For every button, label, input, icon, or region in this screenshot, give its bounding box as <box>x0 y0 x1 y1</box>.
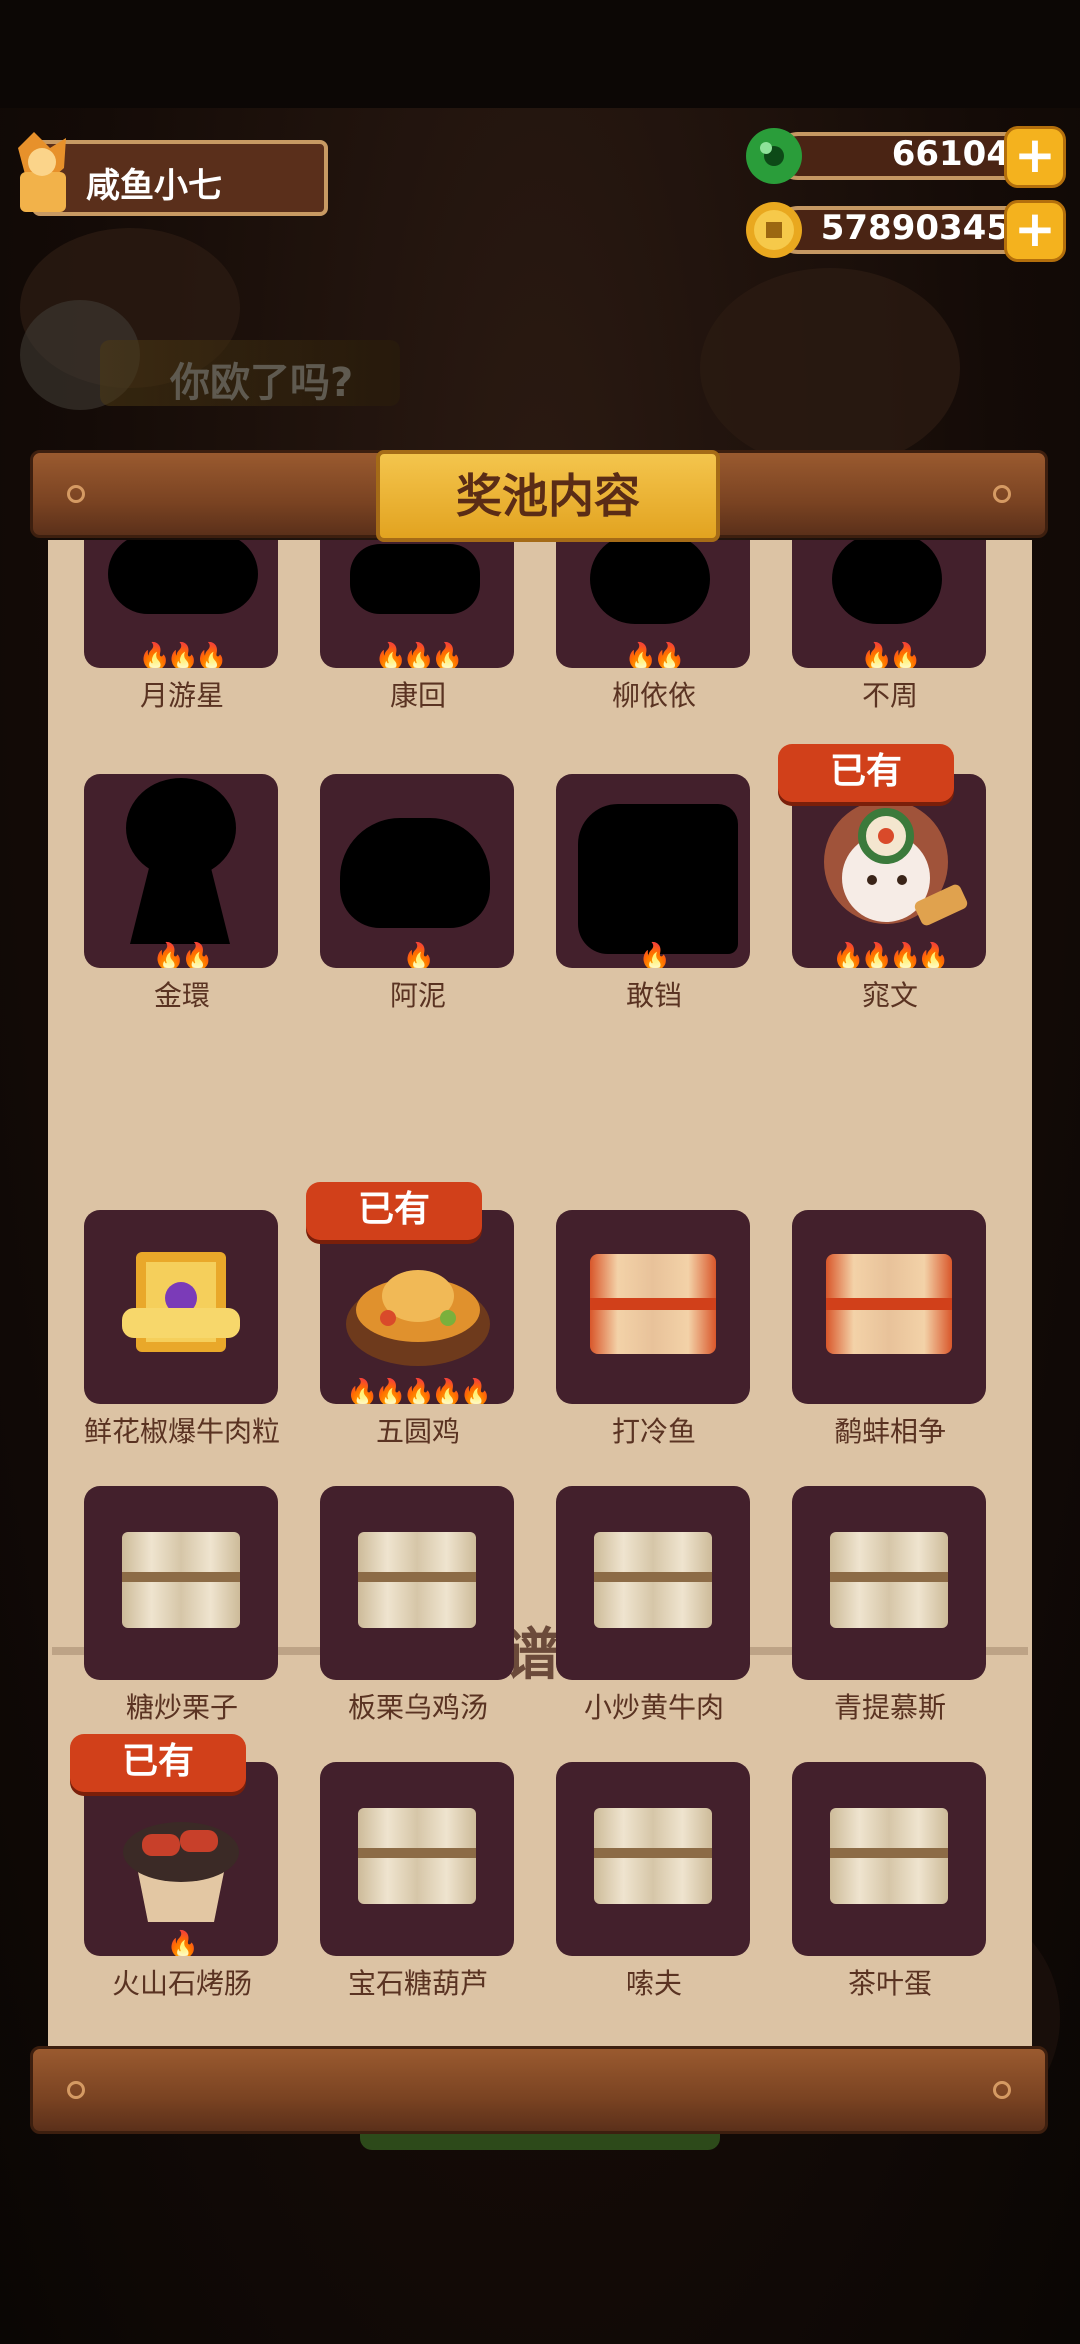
coin-amount: 57890345 <box>820 208 1010 248</box>
prize-pool-panel[interactable]: 🔥🔥🔥 月游星 🔥🔥🔥 康回 🔥🔥 柳依依 🔥🔥 不周 🔥🔥 金環 🔥 阿泥 🔥… <box>48 540 1032 2048</box>
rarity-flames: 🔥🔥🔥 <box>374 642 463 668</box>
character-silhouette-icon <box>126 778 236 878</box>
character-name: 柳依依 <box>611 679 696 712</box>
recipe-scroll-icon <box>590 1254 716 1354</box>
owned-badge: 已有 <box>306 1182 482 1240</box>
recipe-scroll-icon <box>830 1808 948 1904</box>
volcano-stone-sausage-icon <box>123 1822 239 1922</box>
player-avatar-icon[interactable] <box>6 128 82 220</box>
recipe-name: 宝石糖葫芦 <box>347 1967 488 2000</box>
rarity-flames: 🔥 <box>166 1930 199 1956</box>
owned-badge: 已有 <box>778 744 954 802</box>
recipe-scroll-icon <box>358 1808 476 1904</box>
character-name: 阿泥 <box>389 979 446 1012</box>
character-silhouette-icon <box>832 540 942 624</box>
scroll-bottom-rod <box>30 2046 1048 2134</box>
rarity-flames: 🔥🔥🔥🔥🔥 <box>346 1378 492 1404</box>
player-name: 咸鱼小七 <box>86 166 222 206</box>
recipe-name: 茶叶蛋 <box>847 1967 932 2000</box>
character-name: 窕文 <box>861 979 918 1012</box>
rarity-flames: 🔥🔥🔥🔥 <box>832 942 950 968</box>
recipe-name: 嗦夫 <box>625 1967 682 2000</box>
recipe-scroll-icon <box>594 1808 712 1904</box>
recipe-name: 鹬蚌相争 <box>833 1415 946 1448</box>
character-name: 不周 <box>861 679 918 712</box>
hidden-button-edge <box>360 2134 720 2150</box>
rarity-flames: 🔥🔥 <box>152 942 214 968</box>
character-silhouette-icon <box>350 544 480 614</box>
five-circle-chicken-dish-icon <box>346 1270 490 1366</box>
recipe-name: 青提慕斯 <box>833 1691 946 1724</box>
rarity-flames: 🔥🔥🔥 <box>138 642 227 668</box>
recipe-name: 打冷鱼 <box>611 1415 696 1448</box>
rarity-flames: 🔥🔥 <box>860 642 922 668</box>
rarity-flames: 🔥 <box>638 942 671 968</box>
character-silhouette-icon <box>590 540 710 624</box>
recipe-scroll-icon <box>594 1532 712 1628</box>
coin-icon <box>746 202 802 258</box>
owned-badge: 已有 <box>70 1734 246 1792</box>
lottery-banner-text: 你欧了吗? <box>170 360 354 406</box>
recipe-name: 板栗乌鸡汤 <box>347 1691 488 1724</box>
character-name: 敢铛 <box>625 979 682 1012</box>
rarity-flames: 🔥🔥 <box>624 642 686 668</box>
recipe-scroll-icon <box>358 1532 476 1628</box>
character-portrait-icon <box>824 800 968 926</box>
character-name: 康回 <box>389 679 446 712</box>
panel-title: 奖池内容 <box>456 469 640 523</box>
divine-recipe-scroll-icon <box>122 1252 240 1352</box>
jade-currency: 66104 + <box>744 126 1066 188</box>
panel-title-plate: 奖池内容 <box>376 450 720 542</box>
character-silhouette-icon <box>108 540 258 614</box>
jade-amount: 66104 <box>891 134 1010 174</box>
add-jade-button[interactable]: + <box>1004 126 1066 188</box>
recipe-scroll-icon <box>830 1532 948 1628</box>
recipe-scroll-icon <box>826 1254 952 1354</box>
jade-icon <box>746 128 802 184</box>
rarity-flames: 🔥 <box>402 942 435 968</box>
coin-currency: 57890345 + <box>744 200 1066 262</box>
recipe-name: 五圆鸡 <box>375 1415 460 1448</box>
add-coins-button[interactable]: + <box>1004 200 1066 262</box>
recipe-scroll-icon <box>122 1532 240 1628</box>
character-silhouette-icon <box>578 804 738 954</box>
recipe-name: 小炒黄牛肉 <box>583 1691 724 1724</box>
character-silhouette-icon <box>340 818 490 928</box>
